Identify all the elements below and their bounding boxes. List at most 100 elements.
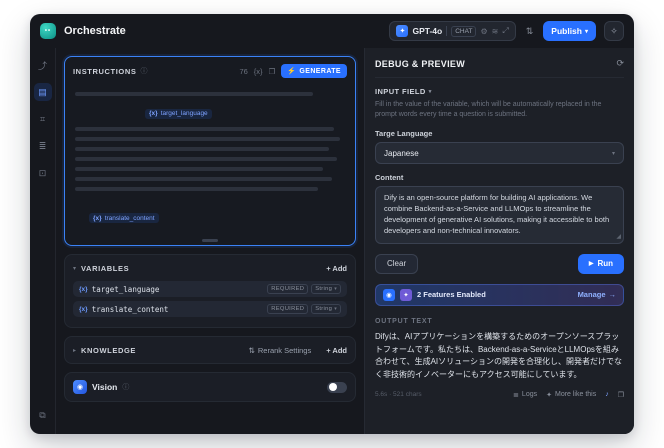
- app-body: ⤴ ▤ ⌗ ≣ ⊡ ⧉ INSTRUCTIONS ⓘ 76 {x} ❐ ⚡ GE…: [30, 48, 634, 434]
- output-text: Difyは、AIアプリケーションを構築するためのオープンソースプラットフォームで…: [375, 331, 622, 380]
- skeleton-line: [75, 126, 335, 131]
- resize-corner-icon[interactable]: ◢: [616, 233, 621, 242]
- copy-icon[interactable]: ❐: [269, 67, 276, 76]
- output-meta-row: 5.6s · 521 chars ≣ Logs ✦ More like this…: [375, 391, 624, 399]
- info-icon[interactable]: ⓘ: [122, 382, 129, 392]
- vision-toggle[interactable]: [327, 381, 347, 393]
- resize-drag-handle[interactable]: [202, 239, 218, 242]
- prompt-editor[interactable]: {x} target_language {x} translate_conten…: [65, 82, 355, 245]
- insert-variable-icon[interactable]: {x}: [254, 67, 263, 76]
- model-provider-icon: ✦: [396, 25, 409, 37]
- more-like-this-button[interactable]: ✦ More like this: [546, 391, 596, 399]
- app-logo-icon[interactable]: ••: [40, 23, 56, 39]
- info-icon[interactable]: ⓘ: [140, 66, 147, 76]
- model-name: GPT-4o: [412, 26, 443, 36]
- model-expand-icon[interactable]: ⤢: [502, 26, 508, 36]
- model-tune-icon[interactable]: ≋: [492, 27, 499, 36]
- variable-name: translate_content: [104, 214, 155, 222]
- required-badge: REQUIRED: [267, 284, 309, 294]
- speaker-icon: ♪: [605, 391, 609, 399]
- sidebar-item-orchestrate[interactable]: ▤: [33, 83, 52, 101]
- feature-extra-icon: ✦: [400, 288, 412, 301]
- chat-mode-badge: CHAT: [451, 25, 477, 37]
- features-bar[interactable]: ◉ ✦ 2 Features Enabled Manage →: [375, 283, 624, 306]
- prompt-variable-chip[interactable]: {x} translate_content: [89, 213, 159, 223]
- type-badge[interactable]: String ▾: [311, 304, 341, 314]
- variables-list: {x} target_language REQUIRED String ▾ {x…: [65, 281, 355, 327]
- chevron-down-icon: ▾: [611, 150, 615, 157]
- chevron-down-icon: ▾: [428, 88, 432, 95]
- model-settings-icon[interactable]: ⚙: [480, 27, 487, 36]
- knowledge-section: ▸ KNOWLEDGE ⇅ Rerank Settings + Add: [64, 336, 356, 364]
- feature-vision-icon: ◉: [383, 288, 395, 301]
- publish-button[interactable]: Publish ▾: [543, 21, 596, 41]
- skeleton-line: [75, 136, 340, 141]
- play-icon: ▶: [588, 261, 594, 268]
- generate-button[interactable]: ⚡ GENERATE: [281, 64, 347, 78]
- input-field-toggle[interactable]: INPUT FIELD ▾: [375, 87, 624, 96]
- sidebar-item-logs[interactable]: ≣: [34, 137, 52, 155]
- speaker-button[interactable]: ♪: [605, 391, 609, 398]
- sparkle-icon: ✧: [610, 25, 618, 36]
- exit-icon[interactable]: ⤴: [34, 56, 52, 74]
- model-selector[interactable]: ✦ GPT-4o CHAT ⚙ ≋ ⤢: [389, 21, 516, 41]
- selected-value: Japanese: [384, 148, 419, 158]
- skeleton-line: [75, 146, 329, 151]
- run-button[interactable]: ▶ Run: [577, 253, 624, 274]
- arrow-right-icon: →: [608, 290, 617, 300]
- manage-label: Manage: [577, 290, 606, 300]
- copy-icon: ❐: [617, 391, 624, 399]
- rerank-icon: ⇅: [248, 345, 255, 355]
- vision-row: ◉ Vision ⓘ: [65, 373, 355, 401]
- features-enabled-label: 2 Features Enabled: [417, 290, 486, 300]
- chevron-right-icon: ▸: [73, 347, 77, 354]
- collapse-panel-icon[interactable]: ⧉: [34, 406, 52, 424]
- rerank-settings-button[interactable]: ⇅ Rerank Settings: [249, 346, 312, 355]
- variable-name: target_language: [160, 110, 208, 117]
- copy-output-button[interactable]: ❐: [618, 391, 624, 399]
- target-language-select[interactable]: Japanese ▾: [375, 142, 624, 165]
- output-text-title: OUTPUT TEXT: [375, 317, 433, 325]
- char-count: 76: [239, 66, 248, 76]
- variable-name: target_language: [91, 284, 160, 294]
- assistant-sparkle-button[interactable]: ✧: [604, 21, 624, 41]
- skeleton-line: [75, 92, 313, 96]
- variable-row[interactable]: {x} translate_content REQUIRED String ▾: [73, 301, 347, 317]
- vision-icon: ◉: [73, 380, 87, 394]
- add-variable-button[interactable]: + Add: [326, 264, 347, 273]
- app-window: •• Orchestrate ✦ GPT-4o CHAT ⚙ ≋ ⤢ ⇅ Pub…: [30, 14, 634, 434]
- refresh-icon[interactable]: ⟳: [616, 58, 624, 69]
- variable-token-icon: {x}: [93, 214, 102, 222]
- vision-label: Vision: [92, 382, 118, 392]
- sidebar-item-api[interactable]: ⌗: [34, 110, 52, 128]
- manage-features-button[interactable]: Manage →: [578, 290, 616, 299]
- variable-row[interactable]: {x} target_language REQUIRED String ▾: [73, 281, 347, 297]
- debug-header: DEBUG & PREVIEW ⟳: [375, 58, 624, 78]
- page-title: Orchestrate: [64, 25, 126, 37]
- run-label: Run: [597, 259, 613, 269]
- variables-header[interactable]: ▾ VARIABLES + Add: [65, 255, 355, 281]
- sidebar-item-annotation[interactable]: ⊡: [34, 164, 52, 182]
- debug-title: DEBUG & PREVIEW: [375, 58, 466, 69]
- content-value: Dify is an open-source platform for buil…: [384, 193, 610, 235]
- variables-title: VARIABLES: [81, 263, 130, 273]
- variable-token-icon: {x}: [79, 305, 88, 313]
- logs-button[interactable]: ≣ Logs: [513, 391, 537, 399]
- clear-button[interactable]: Clear: [375, 253, 419, 274]
- add-knowledge-button[interactable]: + Add: [326, 346, 347, 355]
- prompt-variable-chip[interactable]: {x} target_language: [145, 108, 212, 119]
- instructions-title: INSTRUCTIONS: [73, 66, 137, 76]
- chevron-down-icon: ▾: [73, 265, 77, 272]
- content-textarea[interactable]: Dify is an open-source platform for buil…: [375, 186, 624, 244]
- vision-section: ◉ Vision ⓘ: [64, 372, 356, 402]
- variable-token-icon: {x}: [149, 110, 158, 117]
- parameters-sliders-icon[interactable]: ⇅: [526, 26, 534, 37]
- chevron-down-icon: ▾: [584, 28, 588, 35]
- main-area: INSTRUCTIONS ⓘ 76 {x} ❐ ⚡ GENERATE {x} t…: [56, 48, 634, 434]
- type-badge[interactable]: String ▾: [311, 284, 341, 294]
- publish-label: Publish: [551, 26, 582, 36]
- more-like-this-icon: ✦: [546, 391, 552, 399]
- orchestrate-column: INSTRUCTIONS ⓘ 76 {x} ❐ ⚡ GENERATE {x} t…: [56, 48, 364, 434]
- knowledge-header[interactable]: ▸ KNOWLEDGE ⇅ Rerank Settings + Add: [65, 337, 355, 363]
- input-field-description: Fill in the value of the variable, which…: [375, 101, 602, 119]
